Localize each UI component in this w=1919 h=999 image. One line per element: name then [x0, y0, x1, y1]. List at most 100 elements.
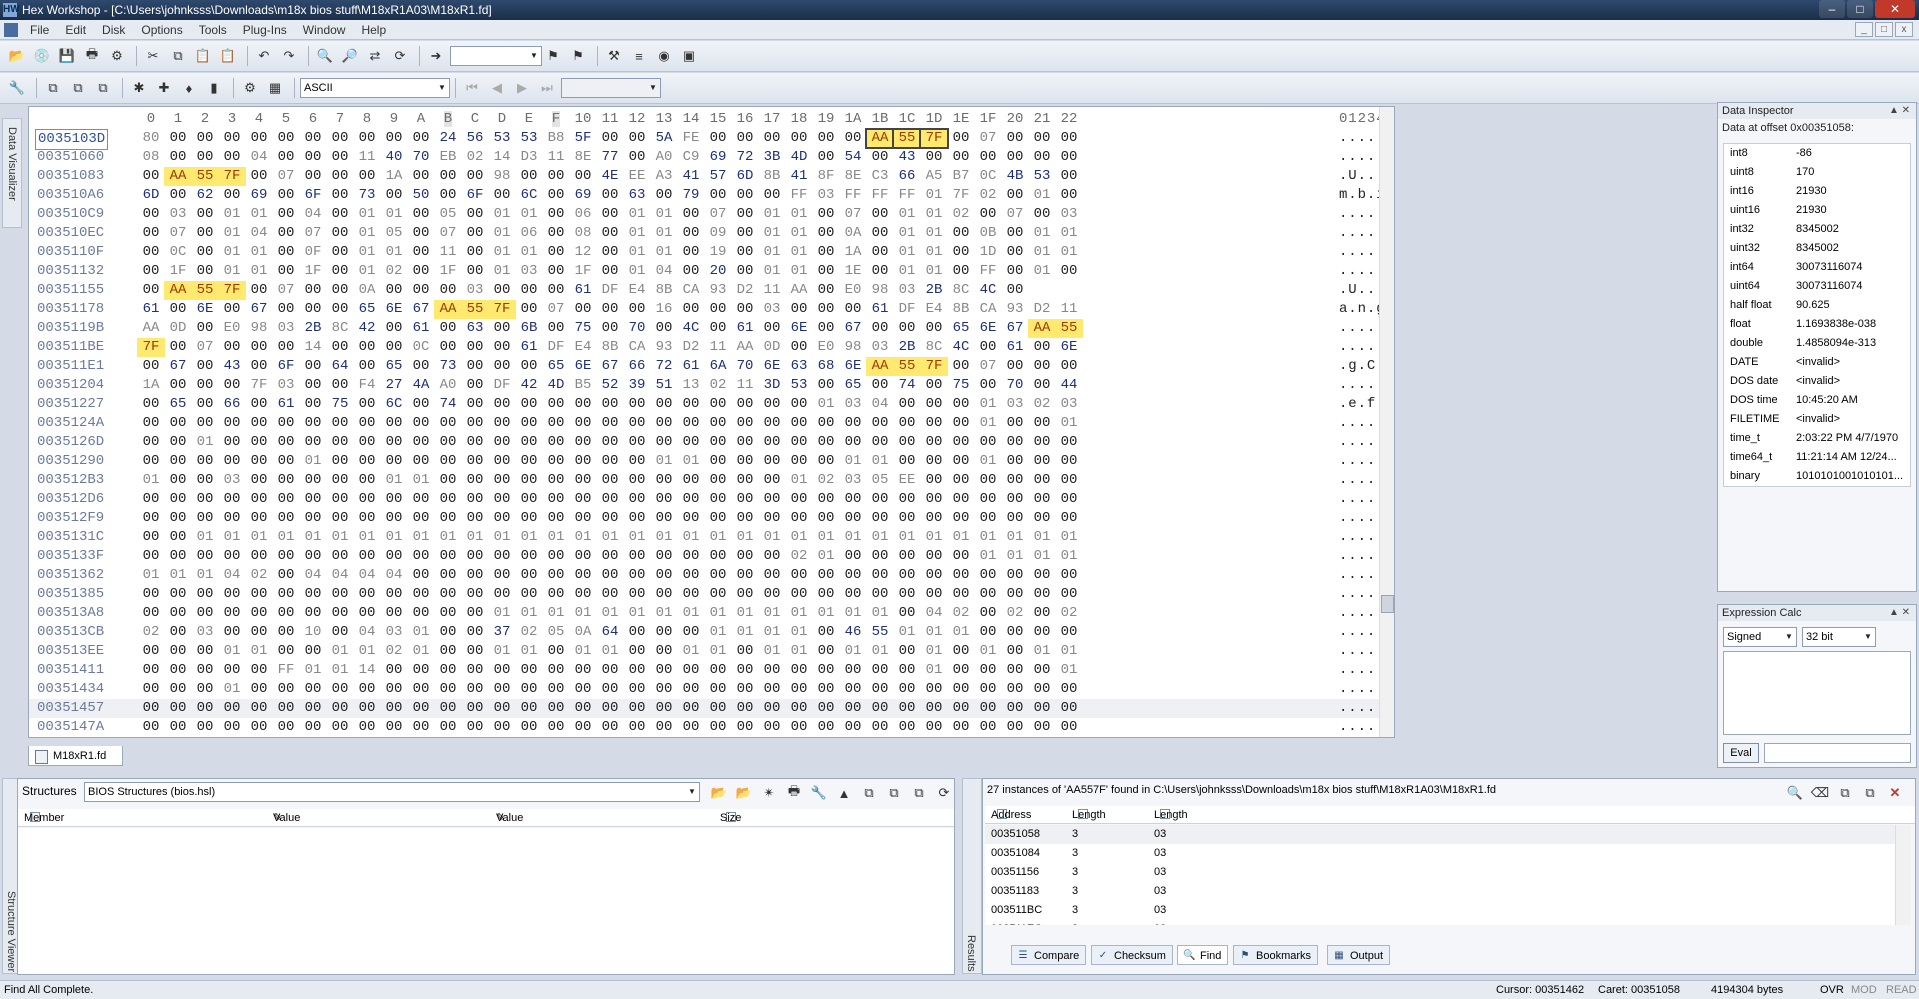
hex-byte[interactable]: 00 — [407, 243, 435, 262]
hex-byte[interactable]: 00 — [164, 452, 192, 471]
menu-edit[interactable]: Edit — [57, 23, 94, 37]
hex-byte[interactable]: 00 — [1028, 338, 1056, 357]
hex-byte[interactable]: 00 — [623, 718, 651, 737]
hex-byte[interactable]: 00 — [245, 509, 273, 528]
hex-byte[interactable]: 00 — [299, 357, 327, 376]
hex-byte[interactable]: 00 — [407, 699, 435, 718]
hex-byte[interactable]: 04 — [245, 148, 273, 167]
hex-byte[interactable]: 00 — [434, 490, 462, 509]
hex-byte[interactable]: 00 — [191, 547, 219, 566]
tools-icon[interactable]: ⚒ — [603, 45, 625, 67]
hex-byte[interactable]: 00 — [947, 148, 975, 167]
inspector-row[interactable]: uint32 8345002 — [1724, 239, 1910, 258]
inspector-row[interactable]: int8 -86 — [1724, 144, 1910, 163]
hex-byte[interactable]: 00 — [191, 357, 219, 376]
hex-byte[interactable]: 01 — [299, 661, 327, 680]
hex-byte[interactable]: 68 — [812, 357, 840, 376]
goto-combo[interactable]: ▼ — [450, 46, 542, 66]
hex-byte[interactable]: 00 — [974, 680, 1002, 699]
hex-byte[interactable]: 00 — [866, 376, 894, 395]
hex-byte[interactable]: 00 — [488, 680, 516, 699]
hex-byte[interactable]: 00 — [1001, 281, 1029, 300]
hex-byte[interactable]: 00 — [488, 338, 516, 357]
hex-byte[interactable]: 6C — [515, 186, 543, 205]
hex-byte[interactable]: 00 — [137, 452, 165, 471]
hex-byte[interactable]: 02 — [974, 186, 1002, 205]
hex-byte[interactable]: 00 — [299, 281, 327, 300]
hex-byte[interactable]: 00 — [353, 433, 381, 452]
hex-byte[interactable]: 00 — [407, 509, 435, 528]
hex-byte[interactable]: 00 — [326, 718, 354, 737]
hex-byte[interactable]: 00 — [650, 319, 678, 338]
hex-byte[interactable]: 11 — [1055, 300, 1083, 319]
hex-byte[interactable]: 00 — [245, 338, 273, 357]
hex-row[interactable]: 003513CB 02 00 03 00 00 00 10 00 04 03 01 00 00 37 02 05… — [29, 623, 1394, 642]
hex-row[interactable]: 003511E1 00 67 00 43 00 6F 00 64 00 65 00 73 00 00 00 65… — [29, 357, 1394, 376]
hex-byte[interactable]: 11 — [434, 243, 462, 262]
hex-byte[interactable]: 4C — [677, 319, 705, 338]
hex-byte[interactable]: 01 — [812, 528, 840, 547]
hex-byte[interactable]: 00 — [650, 471, 678, 490]
hex-byte[interactable]: 00 — [947, 699, 975, 718]
hex-byte[interactable]: 00 — [812, 699, 840, 718]
hex-byte[interactable]: 2B — [893, 338, 921, 357]
hex-byte[interactable]: 01 — [488, 262, 516, 281]
hex-byte[interactable]: 03 — [893, 281, 921, 300]
inspector-value[interactable]: 21930 — [1796, 182, 1908, 201]
hex-byte[interactable]: 00 — [758, 319, 786, 338]
hex-byte[interactable]: 00 — [785, 718, 813, 737]
hex-byte[interactable]: 65 — [542, 357, 570, 376]
hex-byte[interactable]: 00 — [218, 338, 246, 357]
hex-byte[interactable]: 00 — [1028, 433, 1056, 452]
hex-byte[interactable]: 00 — [596, 186, 624, 205]
hex-byte[interactable]: 00 — [866, 547, 894, 566]
hex-byte[interactable]: 00 — [272, 604, 300, 623]
hex-byte[interactable]: 01 — [839, 604, 867, 623]
hex-byte[interactable]: 11 — [542, 148, 570, 167]
hex-byte[interactable]: 16 — [650, 300, 678, 319]
hex-byte[interactable]: 00 — [353, 414, 381, 433]
hex-row[interactable]: 003511BE 7F 00 07 00 00 00 14 00 00 00 0C 00 00 00 61 DF… — [29, 338, 1394, 357]
hex-byte[interactable]: 00 — [542, 205, 570, 224]
hex-byte[interactable]: 00 — [1055, 509, 1083, 528]
hex-byte[interactable]: 2B — [299, 319, 327, 338]
hex-byte[interactable]: 00 — [893, 661, 921, 680]
hex-byte[interactable]: 1F — [299, 262, 327, 281]
hex-byte[interactable]: 00 — [893, 585, 921, 604]
hex-byte[interactable]: 00 — [731, 680, 759, 699]
hex-byte[interactable]: FF — [893, 186, 921, 205]
hex-byte[interactable]: 11 — [704, 338, 732, 357]
hex-byte[interactable]: 00 — [164, 414, 192, 433]
hex-byte[interactable]: 00 — [191, 414, 219, 433]
hex-byte[interactable]: 00 — [245, 395, 273, 414]
hex-byte[interactable]: 00 — [731, 585, 759, 604]
hex-byte[interactable]: 00 — [785, 300, 813, 319]
hex-byte[interactable]: 00 — [245, 661, 273, 680]
hex-byte[interactable]: 00 — [461, 547, 489, 566]
hex-byte[interactable]: 00 — [704, 509, 732, 528]
inspector-row[interactable]: half float 90.625 — [1724, 296, 1910, 315]
replace-icon[interactable]: ⇄ — [364, 45, 386, 67]
hex-byte[interactable]: 02 — [704, 376, 732, 395]
hex-byte[interactable]: 00 — [623, 414, 651, 433]
hex-byte[interactable]: 00 — [488, 509, 516, 528]
hex-byte[interactable]: 41 — [677, 167, 705, 186]
hex-byte[interactable]: 00 — [785, 509, 813, 528]
hex-byte[interactable]: 6E — [380, 300, 408, 319]
hex-byte[interactable]: DF — [488, 376, 516, 395]
hex-byte[interactable]: 00 — [731, 452, 759, 471]
hex-byte[interactable]: 00 — [1055, 718, 1083, 737]
hex-byte[interactable]: 00 — [515, 661, 543, 680]
hex-byte[interactable]: 65 — [947, 319, 975, 338]
hex-byte[interactable]: 01 — [866, 452, 894, 471]
hex-byte[interactable]: 01 — [974, 642, 1002, 661]
hex-byte[interactable]: 00 — [920, 376, 948, 395]
hex-byte[interactable]: 01 — [218, 262, 246, 281]
hex-byte[interactable]: 01 — [488, 528, 516, 547]
hex-byte[interactable]: 00 — [407, 224, 435, 243]
hex-byte[interactable]: 12 — [569, 243, 597, 262]
hex-byte[interactable]: 00 — [542, 281, 570, 300]
hex-byte[interactable]: 8B — [596, 338, 624, 357]
results-list[interactable]: 00351058 3 03 00351084 3 03 00351156 3 03 0035118… — [985, 825, 1895, 925]
hex-byte[interactable]: 00 — [272, 300, 300, 319]
